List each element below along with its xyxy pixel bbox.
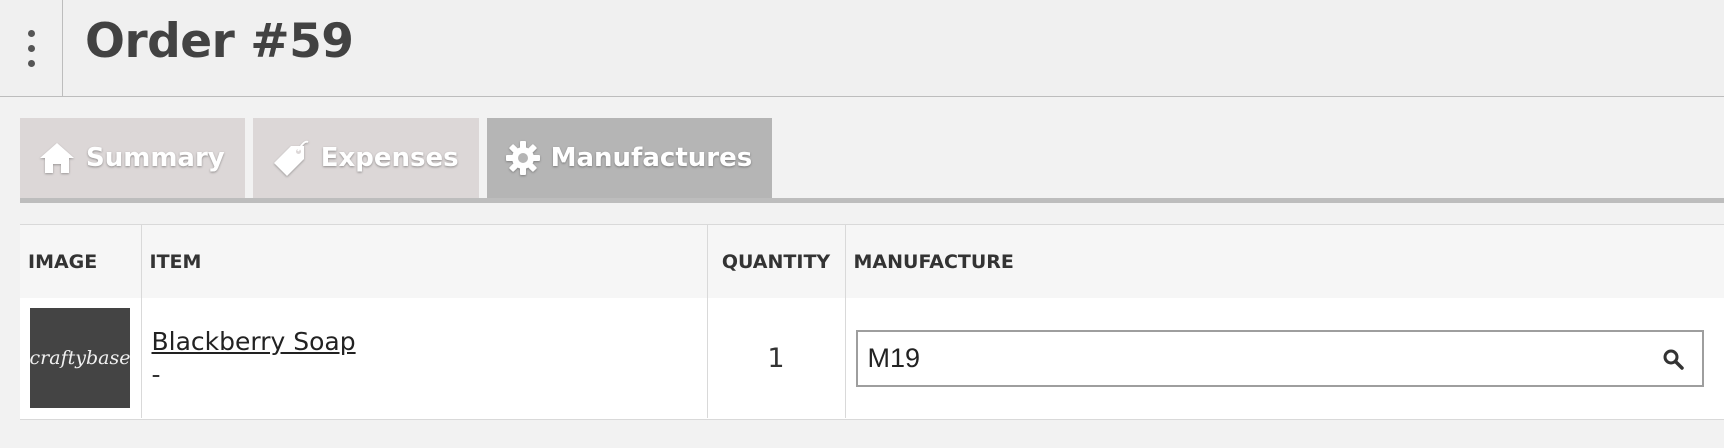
tab-bar: Summary Expenses Manufactures — [20, 118, 773, 200]
tab-expenses-label: Expenses — [320, 143, 459, 173]
column-header-quantity: QUANTITY — [707, 225, 846, 298]
manufacture-input[interactable] — [857, 342, 1638, 374]
price-tag-icon — [273, 140, 309, 176]
tab-summary[interactable]: Summary — [20, 118, 245, 198]
item-link[interactable]: Blackberry Soap — [152, 327, 697, 356]
manufactures-table: IMAGE ITEM QUANTITY MANUFACTURE craftyba… — [20, 224, 1724, 420]
column-header-item: ITEM — [141, 225, 708, 298]
gear-icon — [505, 141, 540, 175]
manufacture-cell — [845, 298, 1724, 418]
kebab-menu-dot — [27, 60, 35, 67]
tab-bar-rule — [20, 198, 1724, 203]
page-title: Order #59 — [85, 14, 354, 69]
tab-manufactures-label: Manufactures — [550, 143, 753, 173]
image-cell: craftybase — [20, 298, 142, 418]
tab-manufactures[interactable]: Manufactures — [486, 118, 773, 198]
table-row: craftybase Blackberry Soap - 1 — [20, 298, 1724, 418]
product-image: craftybase — [30, 308, 130, 408]
item-cell: Blackberry Soap - — [141, 298, 708, 418]
column-header-manufacture: MANUFACTURE — [845, 225, 1724, 298]
page-header: Order #59 — [0, 0, 1724, 97]
table-header-row: IMAGE ITEM QUANTITY MANUFACTURE — [20, 225, 1724, 298]
tab-expenses[interactable]: Expenses — [252, 118, 479, 198]
kebab-menu-icon — [27, 30, 35, 37]
kebab-menu-button[interactable] — [0, 0, 63, 97]
home-icon — [40, 143, 74, 173]
item-subtext: - — [151, 360, 161, 389]
manufacture-field[interactable] — [855, 329, 1704, 387]
search-icon[interactable] — [1662, 348, 1684, 374]
kebab-menu-dot — [27, 45, 35, 52]
product-image-logo-text: craftybase — [29, 347, 131, 369]
quantity-cell: 1 — [707, 298, 846, 418]
tab-summary-label: Summary — [86, 143, 225, 173]
quantity-value: 1 — [767, 342, 785, 374]
column-header-image: IMAGE — [20, 225, 142, 298]
